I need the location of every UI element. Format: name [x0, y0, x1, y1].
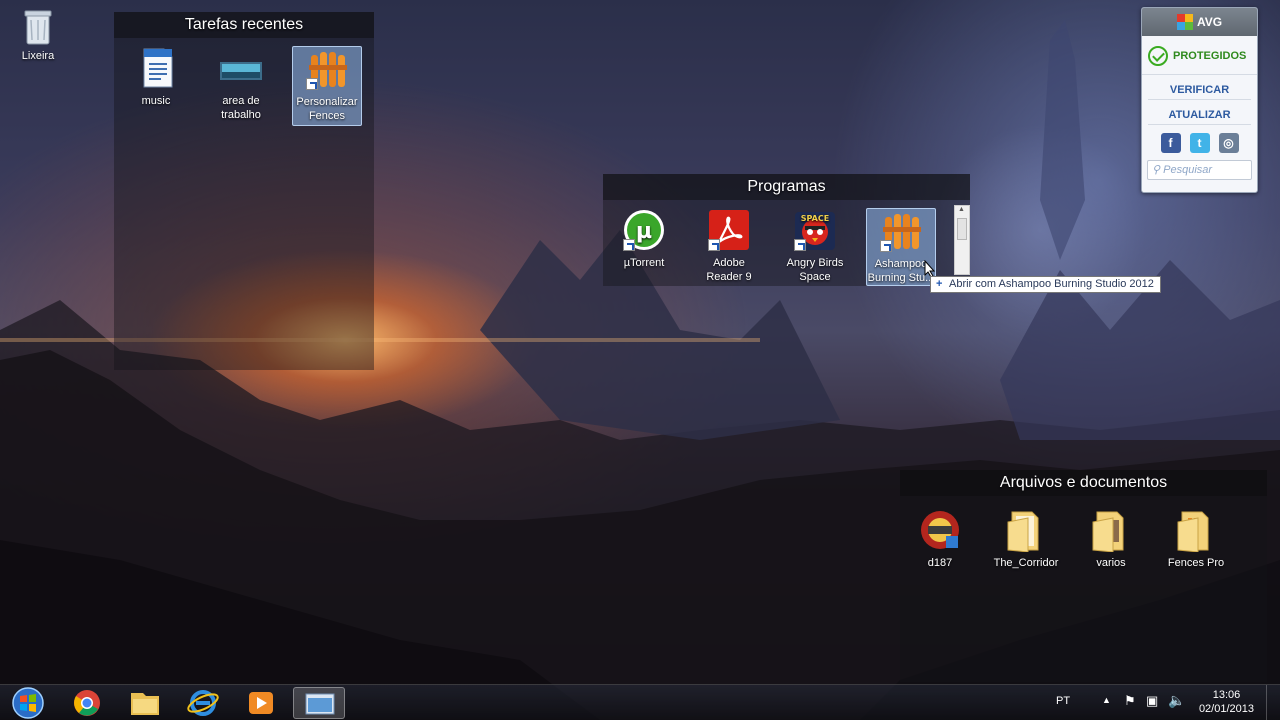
document-label: The_Corridor: [993, 557, 1059, 569]
facebook-icon[interactable]: f: [1160, 133, 1181, 153]
clock-time: 13:06: [1212, 689, 1241, 701]
explorer-icon: [131, 693, 159, 715]
avg-status-label: PROTEGIDOS: [1173, 50, 1247, 62]
shortcut-arrow-icon: [708, 239, 720, 251]
scrollbar-thumb[interactable]: [957, 218, 967, 240]
avg-social-links: f t ◎: [1142, 133, 1257, 153]
svg-text:µ: µ: [636, 219, 652, 244]
network-icon[interactable]: ▣: [1146, 693, 1158, 709]
shortcut-arrow-icon: [306, 78, 318, 90]
fences-icon: [305, 47, 349, 91]
taskbar: PT ▲ ⚑ ▣ 🔈 13:06 02/01/2013: [0, 684, 1280, 720]
clock[interactable]: 13:06 02/01/2013: [1199, 688, 1254, 716]
community-icon[interactable]: ◎: [1218, 133, 1239, 153]
chrome-icon: [74, 690, 100, 716]
document-label: varios: [1096, 557, 1126, 569]
shortcut-arrow-icon: [794, 239, 806, 251]
folder-image-icon: [219, 46, 263, 90]
avg-scan-button[interactable]: VERIFICAR: [1148, 80, 1251, 100]
fence-recent-tasks-title: Tarefas recentes: [114, 12, 374, 38]
shortcut-arrow-icon: [880, 240, 892, 252]
avg-header: AVG: [1142, 8, 1257, 36]
recycle-bin-icon: [21, 6, 55, 46]
document-item-fences-pro[interactable]: Fences Pro: [1161, 508, 1231, 570]
document-item-the-corridor[interactable]: The_Corridor: [991, 508, 1061, 570]
twitter-icon[interactable]: t: [1189, 133, 1210, 153]
taskbar-ie[interactable]: [177, 687, 229, 719]
fence-recent-tasks[interactable]: Tarefas recentes music area de trabalho: [114, 12, 374, 370]
taskbar-chrome[interactable]: [61, 687, 113, 719]
utorrent-icon: µ: [622, 208, 666, 252]
program-label: Adobe Reader 9: [706, 257, 752, 283]
document-item-d187[interactable]: d187: [905, 508, 975, 570]
recent-item-desktop[interactable]: area de trabalho: [206, 46, 276, 122]
language-indicator[interactable]: PT: [1056, 695, 1070, 707]
fence-programs[interactable]: Programas µ µTorrent Adobe Reader 9 SPAC…: [603, 174, 970, 286]
start-button[interactable]: [8, 686, 48, 720]
fence-documents[interactable]: Arquivos e documentos d187 The_Corridor: [900, 470, 1267, 682]
fence-documents-title: Arquivos e documentos: [900, 470, 1267, 496]
program-label: Angry Birds Space: [786, 257, 844, 283]
program-adobe-reader[interactable]: Adobe Reader 9: [694, 208, 764, 284]
avg-brand: AVG: [1196, 15, 1223, 29]
recent-item-label: area de trabalho: [221, 95, 261, 121]
program-utorrent[interactable]: µ µTorrent: [609, 208, 679, 270]
volume-icon[interactable]: 🔈: [1168, 692, 1185, 709]
programs-scrollbar[interactable]: [954, 205, 970, 275]
recent-item-fences[interactable]: Personalizar Fences: [292, 46, 362, 126]
program-angry-birds-space[interactable]: SPACE Angry Birds Space: [780, 208, 850, 284]
show-hidden-icons-icon[interactable]: ▲: [1102, 695, 1111, 705]
open-with-tooltip: Abrir com Ashampoo Burning Studio 2012: [930, 276, 1161, 293]
recent-item-label: music: [141, 95, 171, 107]
program-label: µTorrent: [623, 257, 665, 269]
ashampoo-icon: [879, 209, 923, 253]
recycle-bin[interactable]: Lixeira: [5, 6, 71, 62]
program-icon: [918, 508, 962, 552]
taskbar-active-window[interactable]: [293, 687, 345, 719]
system-tray: PT ▲ ⚑ ▣ 🔈 13:06 02/01/2013: [1050, 685, 1280, 720]
search-icon: ⚲: [1152, 164, 1161, 176]
avg-search-input[interactable]: ⚲ Pesquisar: [1147, 160, 1252, 180]
folder-icon: [1174, 508, 1218, 553]
avg-logo-icon: [1176, 14, 1193, 30]
avg-search-placeholder: Pesquisar: [1163, 164, 1213, 176]
document-item-varios[interactable]: varios: [1076, 508, 1146, 570]
document-label: Fences Pro: [1167, 557, 1225, 569]
avg-gadget[interactable]: AVG PROTEGIDOS VERIFICAR ATUALIZAR f t ◎…: [1141, 7, 1258, 193]
svg-text:SPACE: SPACE: [801, 214, 829, 223]
document-icon: [134, 46, 178, 90]
action-center-flag-icon[interactable]: ⚑: [1124, 693, 1136, 709]
adobe-reader-icon: [707, 208, 751, 252]
clock-date: 02/01/2013: [1198, 703, 1254, 715]
taskbar-media-player[interactable]: [235, 687, 287, 719]
shortcut-arrow-icon: [623, 239, 635, 251]
taskbar-explorer[interactable]: [119, 687, 171, 719]
checkmark-icon: [1148, 46, 1168, 66]
show-desktop-button[interactable]: [1266, 685, 1280, 720]
recent-item-label: Personalizar Fences: [296, 96, 358, 122]
recent-item-music[interactable]: music: [121, 46, 191, 108]
fence-programs-title: Programas: [603, 174, 970, 200]
avg-status: PROTEGIDOS: [1142, 36, 1257, 75]
folder-icon: [1089, 508, 1133, 553]
folder-icon: [1004, 508, 1048, 553]
media-player-icon: [249, 692, 273, 714]
windows-logo-icon: [12, 687, 44, 719]
document-label: d187: [927, 557, 953, 569]
avg-update-button[interactable]: ATUALIZAR: [1148, 105, 1251, 125]
recycle-bin-label: Lixeira: [21, 50, 55, 62]
active-window-icon: [305, 693, 335, 715]
angry-birds-icon: SPACE: [793, 208, 837, 252]
ie-icon: [187, 690, 219, 716]
